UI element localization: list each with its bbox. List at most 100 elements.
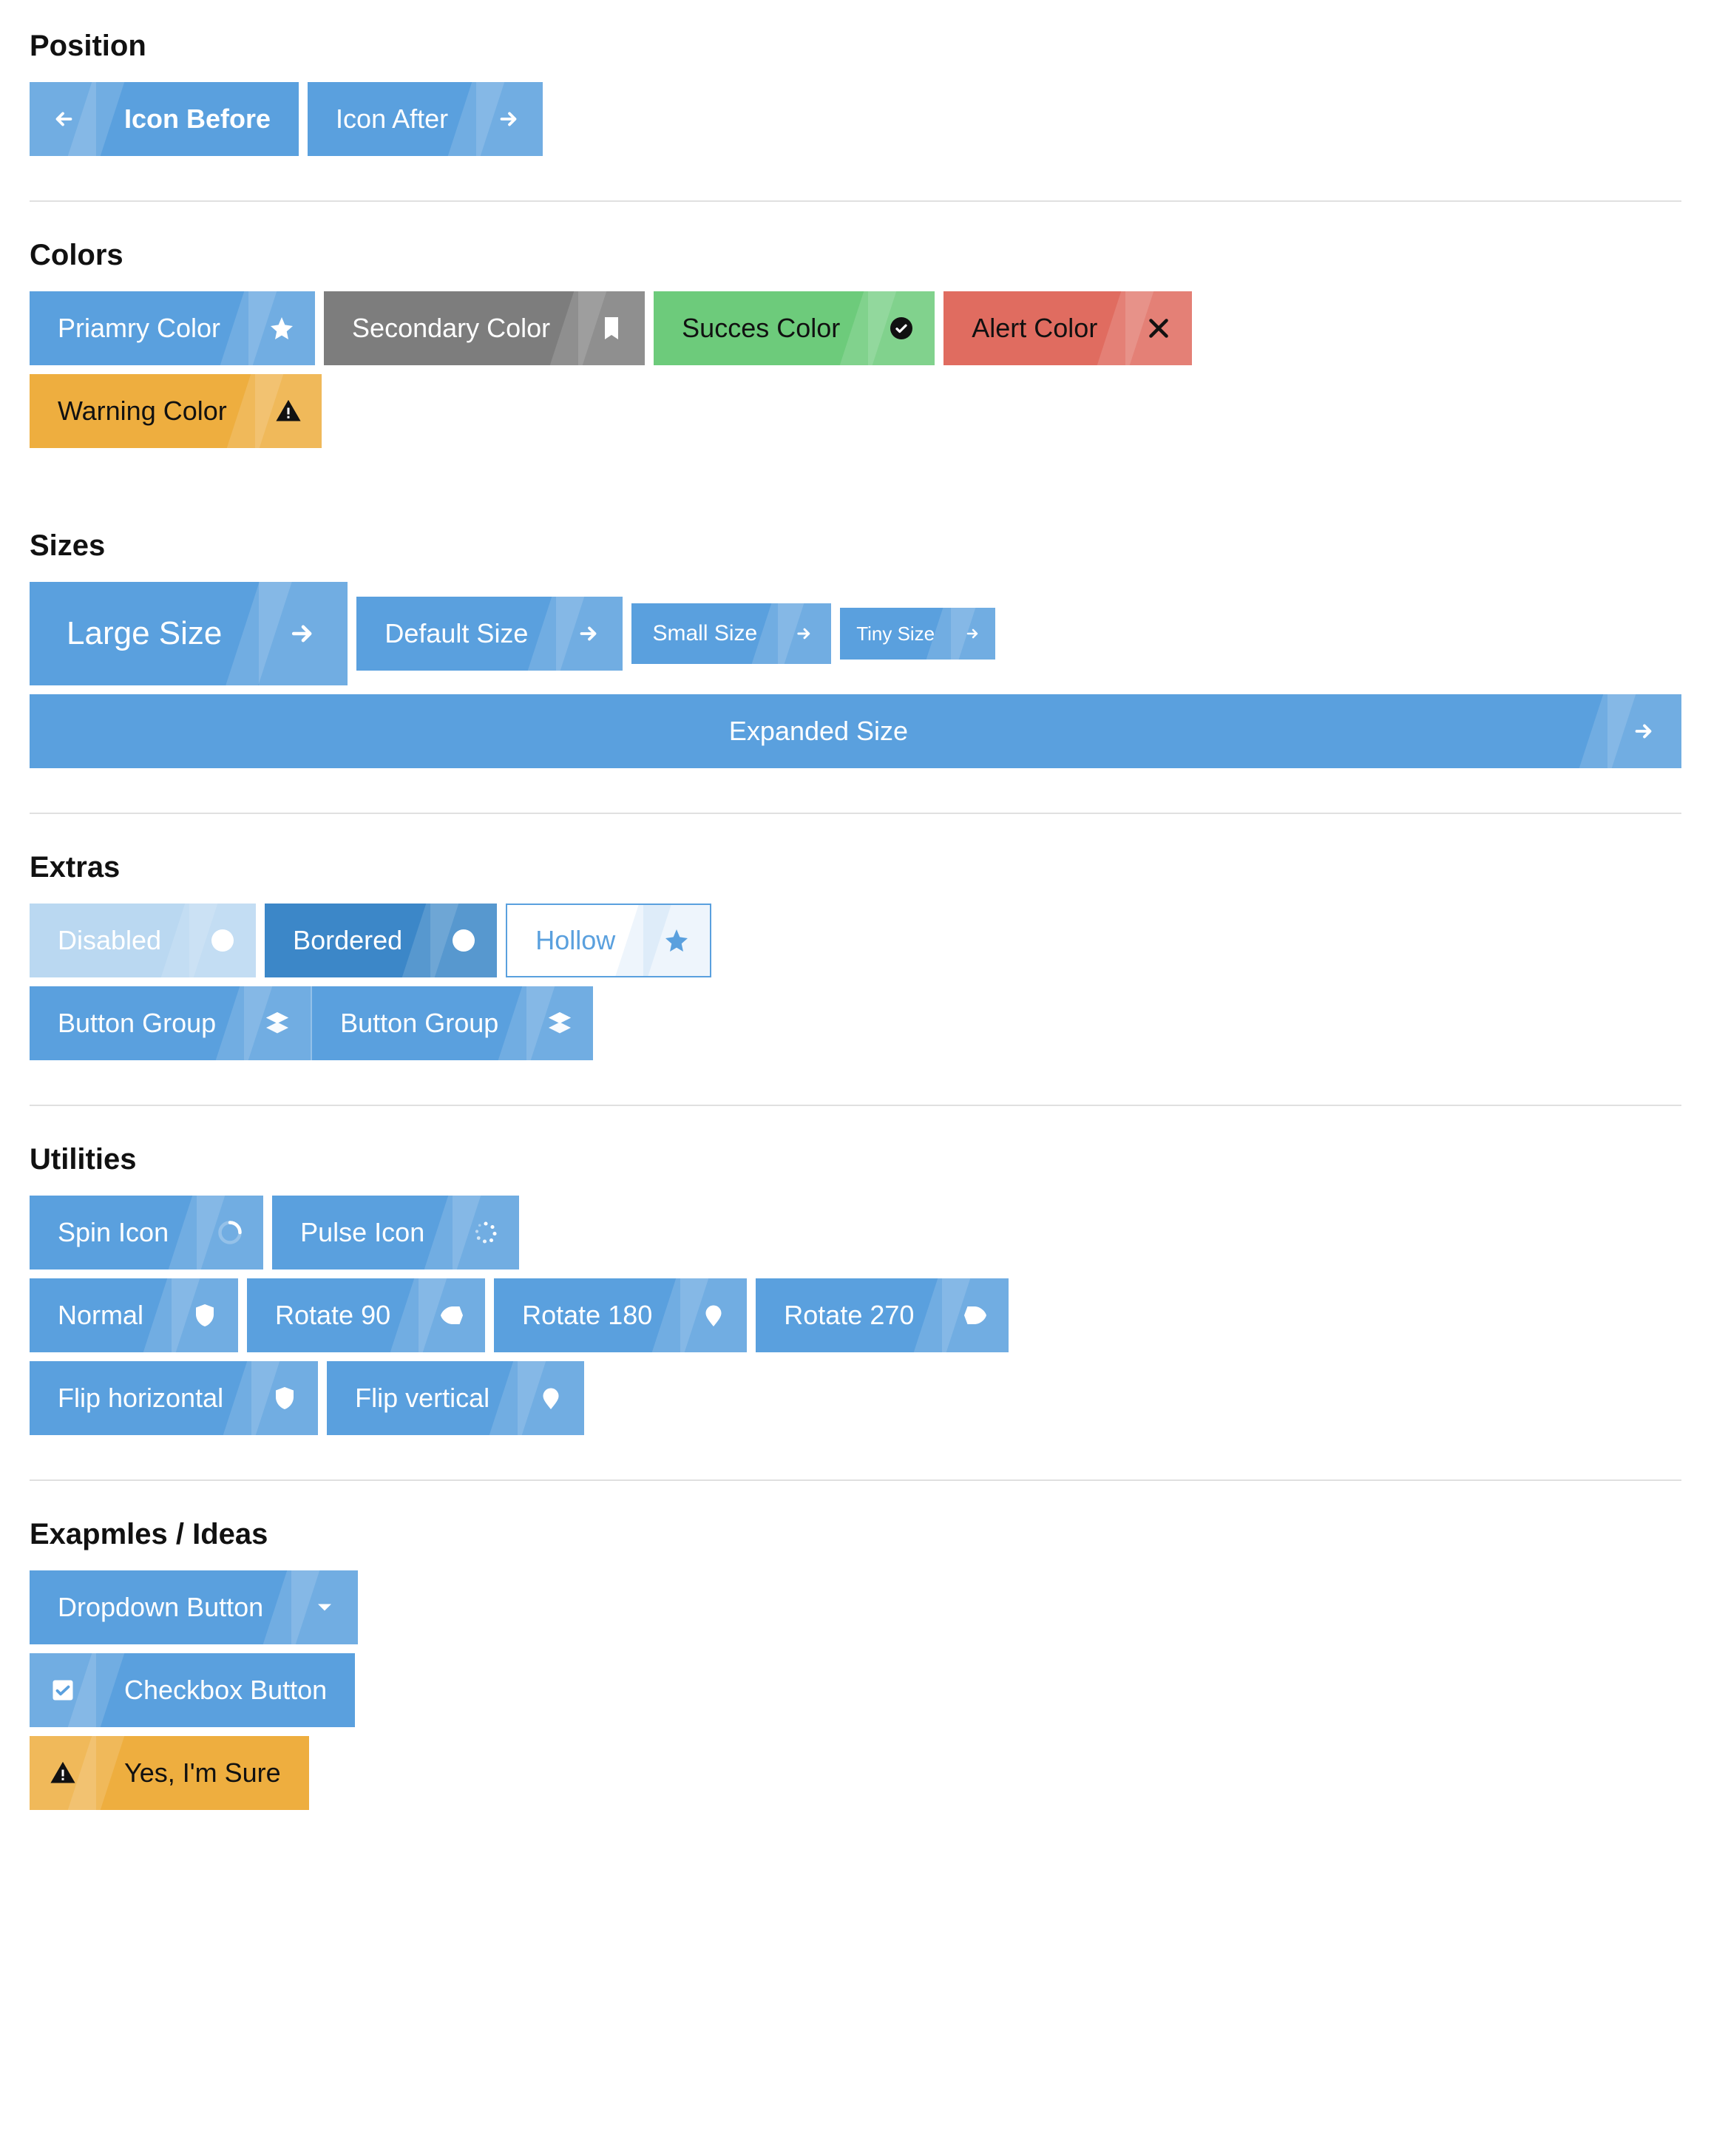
arrow-right-icon bbox=[556, 597, 623, 671]
section-extras: Extras Disabled Bordered Hollow Button G… bbox=[30, 851, 1681, 1060]
flip-horizontal-label: Flip horizontal bbox=[30, 1361, 251, 1435]
disabled-button: Disabled bbox=[30, 904, 256, 977]
info-circle-icon bbox=[189, 904, 256, 977]
checkbox-button-label: Checkbox Button bbox=[96, 1653, 355, 1727]
arrow-right-icon bbox=[951, 608, 995, 660]
primary-color-label: Priamry Color bbox=[30, 291, 248, 365]
button-group-item[interactable]: Button Group bbox=[311, 986, 593, 1060]
arrow-left-icon bbox=[30, 82, 96, 156]
star-icon bbox=[643, 905, 710, 976]
default-size-button[interactable]: Default Size bbox=[356, 597, 623, 671]
rotate-180-label: Rotate 180 bbox=[494, 1278, 680, 1352]
dropdown-button-label: Dropdown Button bbox=[30, 1570, 291, 1644]
normal-button[interactable]: Normal bbox=[30, 1278, 238, 1352]
divider bbox=[30, 1479, 1681, 1481]
section-title-sizes: Sizes bbox=[30, 529, 1681, 563]
drop-icon bbox=[680, 1278, 747, 1352]
icon-after-button[interactable]: Icon After bbox=[308, 82, 543, 156]
warning-color-button[interactable]: Warning Color bbox=[30, 374, 322, 448]
exclaim-circle-icon bbox=[430, 904, 497, 977]
shield-icon bbox=[942, 1278, 1009, 1352]
divider bbox=[30, 1105, 1681, 1106]
section-title-utilities: Utilities bbox=[30, 1143, 1681, 1176]
times-icon bbox=[1125, 291, 1192, 365]
pulse-icon-label: Pulse Icon bbox=[272, 1196, 453, 1269]
primary-color-button[interactable]: Priamry Color bbox=[30, 291, 315, 365]
icon-before-button[interactable]: Icon Before bbox=[30, 82, 299, 156]
section-title-position: Position bbox=[30, 30, 1681, 63]
shield-icon bbox=[419, 1278, 485, 1352]
divider bbox=[30, 200, 1681, 202]
secondary-color-button[interactable]: Secondary Color bbox=[324, 291, 645, 365]
flip-horizontal-button[interactable]: Flip horizontal bbox=[30, 1361, 318, 1435]
layers-icon bbox=[526, 986, 593, 1060]
section-position: Position Icon Before Icon After bbox=[30, 30, 1681, 156]
arrow-right-icon bbox=[259, 582, 348, 685]
drop-icon bbox=[518, 1361, 584, 1435]
warning-icon bbox=[255, 374, 322, 448]
rotate-90-label: Rotate 90 bbox=[247, 1278, 419, 1352]
section-title-examples: Exapmles / Ideas bbox=[30, 1518, 1681, 1551]
checkbox-button[interactable]: Checkbox Button bbox=[30, 1653, 355, 1727]
section-examples: Exapmles / Ideas Dropdown Button Checkbo… bbox=[30, 1518, 1681, 1810]
large-size-label: Large Size bbox=[30, 582, 259, 685]
spinner-icon bbox=[197, 1196, 263, 1269]
secondary-color-label: Secondary Color bbox=[324, 291, 578, 365]
expanded-size-label: Expanded Size bbox=[30, 694, 1607, 768]
dropdown-button[interactable]: Dropdown Button bbox=[30, 1570, 358, 1644]
default-size-label: Default Size bbox=[356, 597, 556, 671]
rotate-270-label: Rotate 270 bbox=[756, 1278, 942, 1352]
hollow-button[interactable]: Hollow bbox=[506, 904, 711, 977]
small-size-button[interactable]: Small Size bbox=[631, 603, 831, 664]
dots-spinner-icon bbox=[453, 1196, 519, 1269]
star-icon bbox=[248, 291, 315, 365]
arrow-right-icon bbox=[476, 82, 543, 156]
tiny-size-label: Tiny Size bbox=[840, 608, 951, 660]
flip-vertical-button[interactable]: Flip vertical bbox=[327, 1361, 584, 1435]
alert-color-button[interactable]: Alert Color bbox=[943, 291, 1192, 365]
rotate-270-button[interactable]: Rotate 270 bbox=[756, 1278, 1009, 1352]
icon-after-label: Icon After bbox=[308, 82, 476, 156]
arrow-right-icon bbox=[1607, 694, 1681, 768]
button-group-item[interactable]: Button Group bbox=[30, 986, 311, 1060]
divider bbox=[30, 813, 1681, 814]
success-color-label: Succes Color bbox=[654, 291, 868, 365]
tiny-size-button[interactable]: Tiny Size bbox=[840, 608, 995, 660]
arrow-right-icon bbox=[778, 603, 831, 664]
section-title-extras: Extras bbox=[30, 851, 1681, 884]
warning-icon bbox=[30, 1736, 96, 1810]
rotate-180-button[interactable]: Rotate 180 bbox=[494, 1278, 747, 1352]
small-size-label: Small Size bbox=[631, 603, 778, 664]
disabled-label: Disabled bbox=[30, 904, 189, 977]
bordered-label: Bordered bbox=[265, 904, 430, 977]
success-color-button[interactable]: Succes Color bbox=[654, 291, 935, 365]
button-group-label: Button Group bbox=[30, 986, 244, 1060]
large-size-button[interactable]: Large Size bbox=[30, 582, 348, 685]
section-colors: Colors Priamry Color Secondary Color Suc… bbox=[30, 239, 1681, 448]
shield-icon bbox=[251, 1361, 318, 1435]
confirm-button[interactable]: Yes, I'm Sure bbox=[30, 1736, 309, 1810]
button-group: Button Group Button Group bbox=[30, 986, 593, 1060]
bordered-button[interactable]: Bordered bbox=[265, 904, 497, 977]
caret-down-icon bbox=[291, 1570, 358, 1644]
section-title-colors: Colors bbox=[30, 239, 1681, 272]
section-utilities: Utilities Spin Icon Pulse Icon Normal Ro… bbox=[30, 1143, 1681, 1435]
rotate-90-button[interactable]: Rotate 90 bbox=[247, 1278, 485, 1352]
flip-vertical-label: Flip vertical bbox=[327, 1361, 518, 1435]
bookmark-icon bbox=[578, 291, 645, 365]
section-sizes: Sizes Large Size Default Size Small Size… bbox=[30, 529, 1681, 768]
shield-icon bbox=[172, 1278, 238, 1352]
pulse-icon-button[interactable]: Pulse Icon bbox=[272, 1196, 519, 1269]
check-circle-icon bbox=[868, 291, 935, 365]
alert-color-label: Alert Color bbox=[943, 291, 1125, 365]
check-square-icon bbox=[30, 1653, 96, 1727]
spin-icon-label: Spin Icon bbox=[30, 1196, 197, 1269]
layers-icon bbox=[244, 986, 311, 1060]
warning-color-label: Warning Color bbox=[30, 374, 255, 448]
icon-before-label: Icon Before bbox=[96, 82, 299, 156]
hollow-label: Hollow bbox=[507, 905, 643, 976]
expanded-size-button[interactable]: Expanded Size bbox=[30, 694, 1681, 768]
spin-icon-button[interactable]: Spin Icon bbox=[30, 1196, 263, 1269]
confirm-button-label: Yes, I'm Sure bbox=[96, 1736, 309, 1810]
button-group-label: Button Group bbox=[312, 986, 526, 1060]
